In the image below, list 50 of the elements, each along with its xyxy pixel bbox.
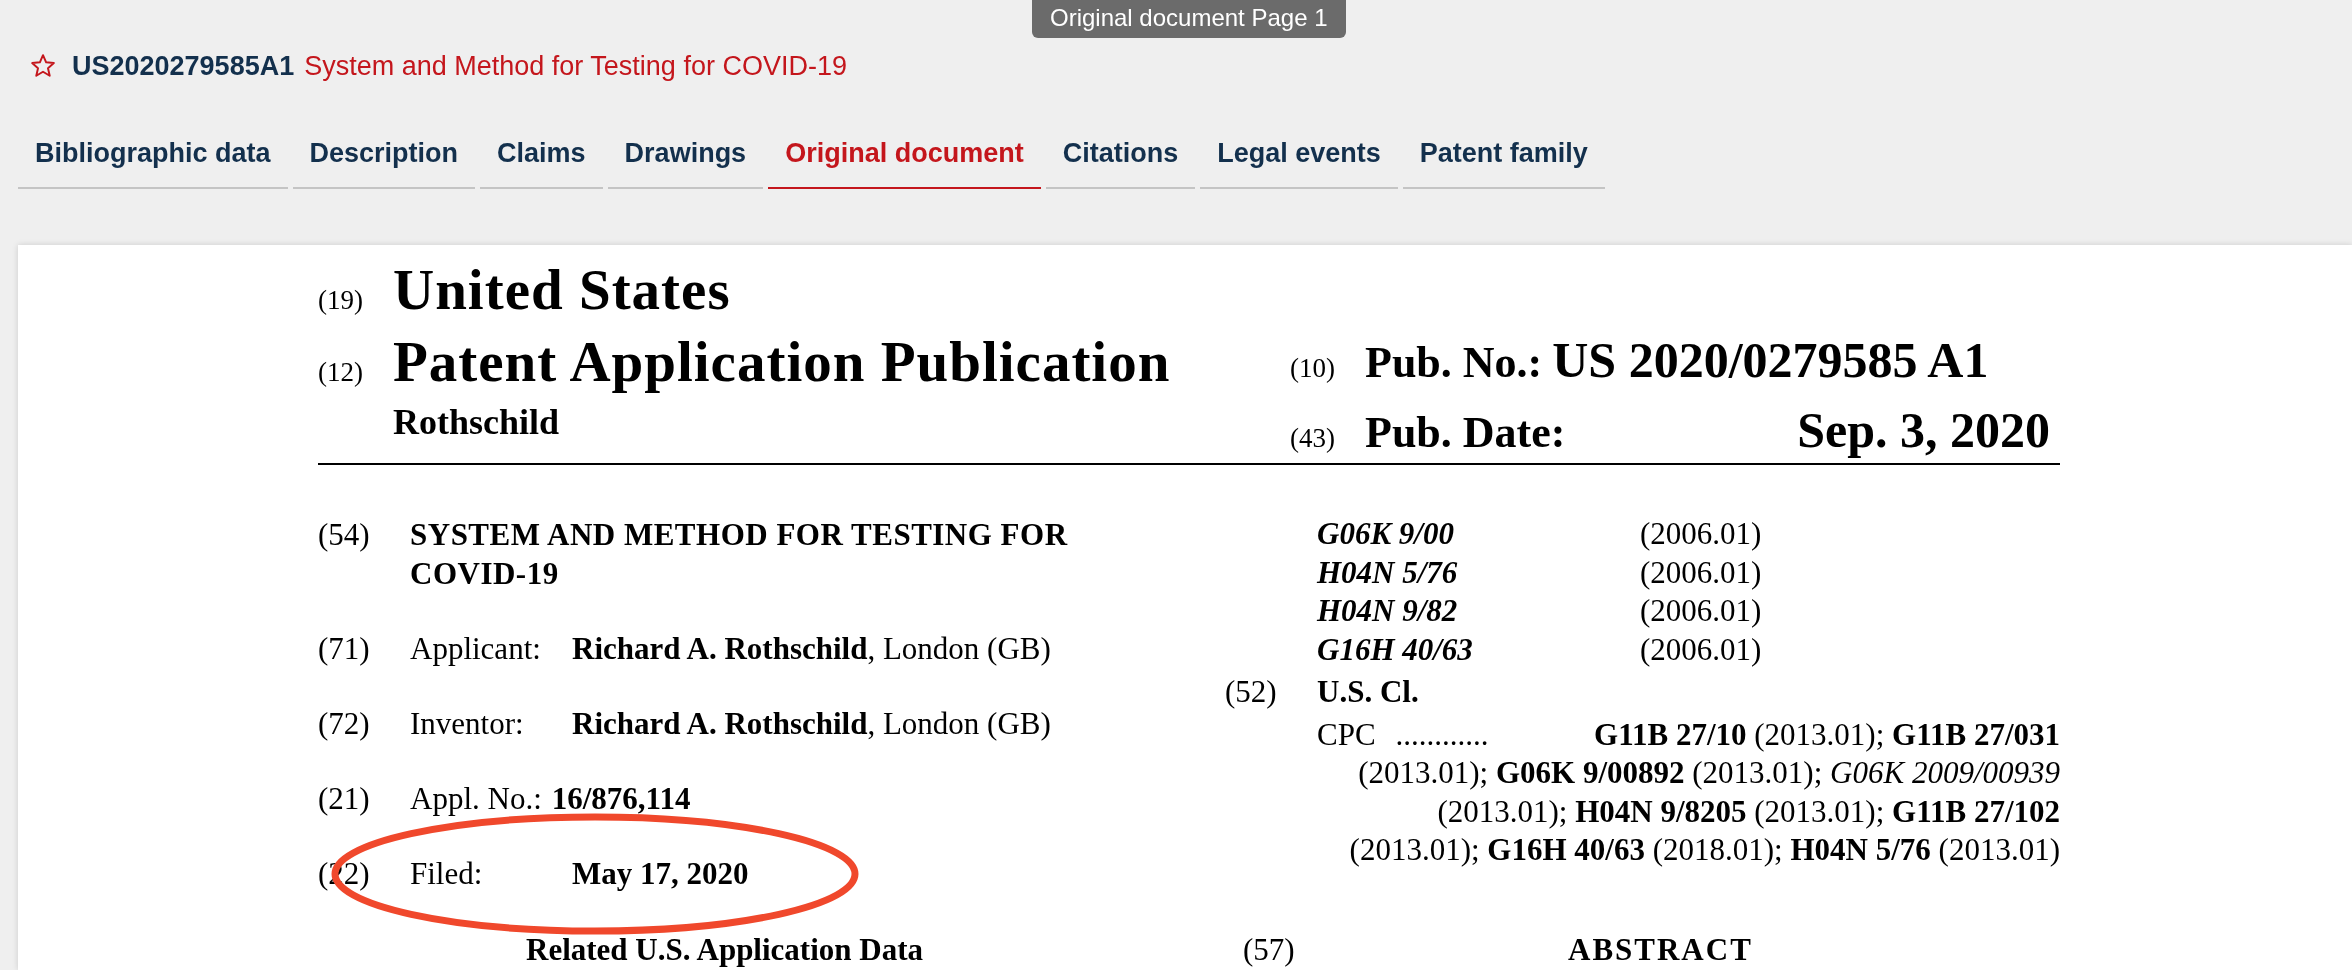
inid-code: (52) — [1225, 673, 1278, 711]
tab[interactable]: Description — [292, 124, 476, 189]
pub-number-value: US 2020/0279585 A1 — [1552, 331, 1989, 389]
field-label: Appl. No.: — [410, 780, 542, 818]
field-value: 16/876,114 — [551, 780, 691, 818]
inid-code: (21) — [318, 780, 371, 818]
inid-code: (10) — [1290, 353, 1336, 384]
field-value: Richard A. Rothschild, London (GB) — [572, 705, 1051, 743]
field-value: May 17, 2020 — [572, 855, 749, 893]
inid-code: (71) — [318, 630, 371, 668]
pub-date-label: Pub. Date: — [1365, 407, 1566, 458]
classification-code: H04N 5/76 — [1317, 553, 1459, 592]
invention-title: SYSTEM AND METHOD FOR TESTING FOR COVID-19 — [410, 516, 1069, 593]
tab[interactable]: Claims — [480, 124, 603, 189]
classification-version: (2006.01) — [1640, 553, 1762, 592]
inid-code: (72) — [318, 705, 371, 743]
inid-code: (19) — [318, 285, 364, 316]
patent-title: System and Method for Testing for COVID-19 — [304, 50, 847, 82]
masthead-heading: United States — [393, 259, 731, 322]
classification-version: (2006.01) — [1640, 592, 1762, 630]
page-tooltip: Original document Page 1 — [1032, 0, 1346, 38]
field-label: Applicant: — [410, 630, 542, 668]
us-cl-label: U.S. Cl. — [1317, 673, 1419, 711]
related-data-heading: Related U.S. Application Data — [526, 932, 923, 968]
tab[interactable]: Patent family — [1402, 124, 1605, 189]
field-value: Richard A. Rothschild, London (GB) — [572, 630, 1051, 668]
classification-version: (2006.01) — [1640, 515, 1762, 553]
classification-code: G16H 40/63 — [1317, 630, 1474, 669]
field-label: Inventor: — [410, 705, 525, 743]
classification-code: H04N 9/82 — [1317, 592, 1459, 630]
inventor-heading: Rothschild — [393, 401, 560, 443]
tab[interactable]: Bibliographic data — [18, 124, 288, 189]
cpc-classifications: CPC ............ G11B 27/10 (2013.01); G11B 27/031 (2013.01); G06K 9/00892 (2013.01); G06K 2009/00939 (2013.01); H04N 9/8205 (2013.01); G11B 27/102 (2013.01); G16H 40/63 (2018.01); H04N 5/76 (2013.01) — [1317, 715, 2060, 869]
inid-code: (43) — [1290, 423, 1336, 454]
inid-code: (57) — [1243, 932, 1296, 968]
tab[interactable]: Legal events — [1200, 124, 1398, 189]
tab[interactable]: Original document — [768, 124, 1041, 189]
abstract-heading: ABSTRACT — [1568, 932, 1754, 968]
classification-version: (2006.01) — [1640, 630, 1762, 669]
masthead-heading: Patent Application Publication — [393, 331, 1171, 394]
inid-code: (12) — [318, 357, 364, 388]
tab[interactable]: Drawings — [607, 124, 764, 189]
star-icon[interactable] — [30, 53, 56, 79]
field-label: Filed: — [410, 855, 484, 893]
inid-code: (54) — [318, 516, 371, 554]
pub-date-value: Sep. 3, 2020 — [1797, 401, 2050, 459]
publication-number: US2020279585A1 — [72, 50, 295, 82]
tab[interactable]: Citations — [1045, 124, 1196, 189]
pub-number-label: Pub. No.: — [1365, 337, 1543, 388]
classification-code: G06K 9/00 — [1317, 515, 1455, 553]
